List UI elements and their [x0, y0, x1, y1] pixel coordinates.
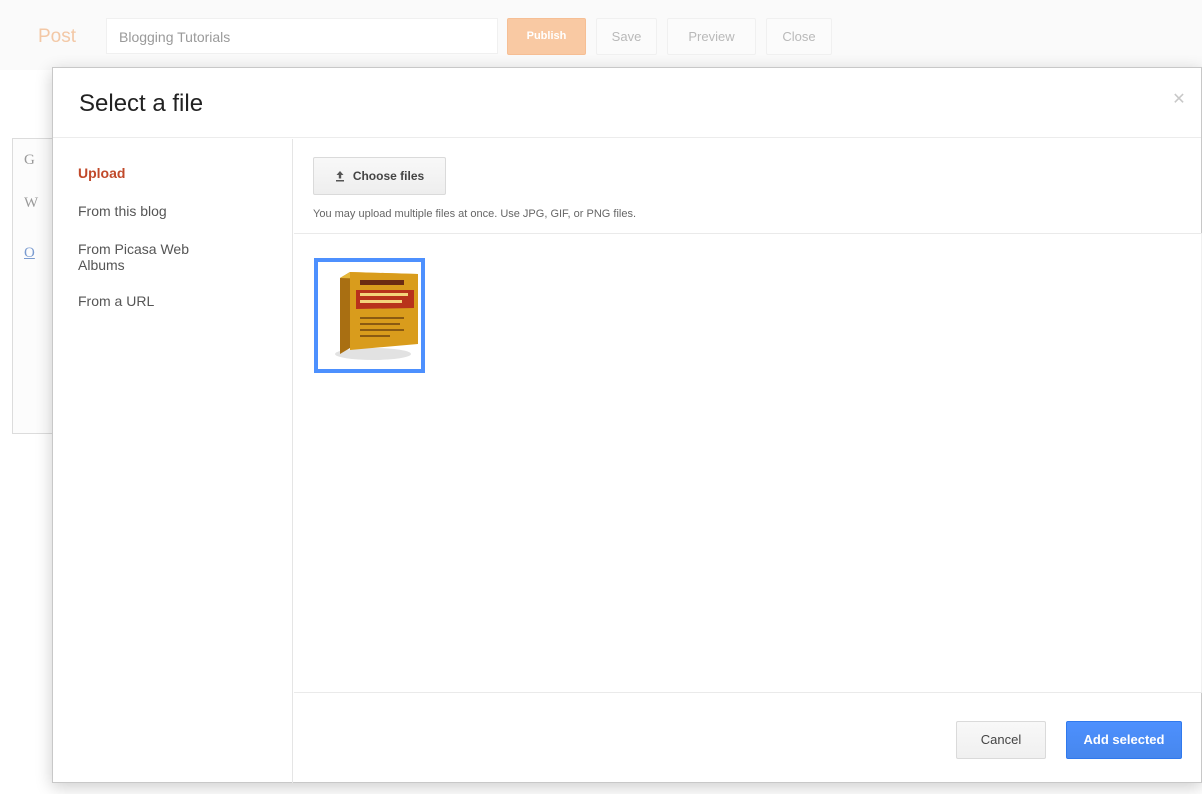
file-grid: [294, 233, 1202, 692]
editor-card-line: G: [24, 152, 35, 168]
dialog-footer: Cancel Add selected: [294, 692, 1202, 784]
choose-files-label: Choose files: [352, 169, 425, 183]
editor-card-link[interactable]: O: [24, 245, 35, 262]
upload-panel: Choose files You may upload multiple fil…: [294, 139, 1202, 783]
post-title-input[interactable]: Blogging Tutorials: [106, 18, 498, 54]
upload-hint: You may upload multiple files at once. U…: [313, 208, 637, 220]
close-button[interactable]: Close: [766, 18, 832, 55]
editor-card-line: W: [24, 195, 39, 211]
add-selected-button[interactable]: Add selected: [1066, 721, 1182, 759]
select-file-dialog: Select a file ✕ Upload From this blog Fr…: [52, 67, 1202, 783]
brand-label: Post: [38, 26, 77, 47]
cancel-button[interactable]: Cancel: [956, 721, 1046, 759]
dialog-sidebar: Upload From this blog From Picasa Web Al…: [53, 139, 293, 783]
dialog-header: Select a file ✕: [53, 68, 1201, 138]
sidebar-item-from-url[interactable]: From a URL: [78, 293, 258, 309]
selected-image-thumbnail[interactable]: [314, 258, 425, 373]
upload-icon: [335, 170, 345, 182]
preview-button[interactable]: Preview: [667, 18, 756, 55]
save-button[interactable]: Save: [596, 18, 657, 55]
sidebar-item-from-this-blog[interactable]: From this blog: [78, 203, 258, 219]
editor-top-bar: Post Blogging Tutorials Publish Save Pre…: [0, 0, 1202, 70]
publish-button[interactable]: Publish: [507, 18, 586, 55]
close-icon[interactable]: ✕: [1171, 92, 1187, 108]
choose-files-button[interactable]: Choose files: [313, 157, 446, 195]
sidebar-item-upload[interactable]: Upload: [78, 165, 258, 181]
dialog-title: Select a file: [79, 90, 204, 117]
sidebar-item-from-picasa[interactable]: From Picasa Web Albums: [78, 241, 228, 273]
